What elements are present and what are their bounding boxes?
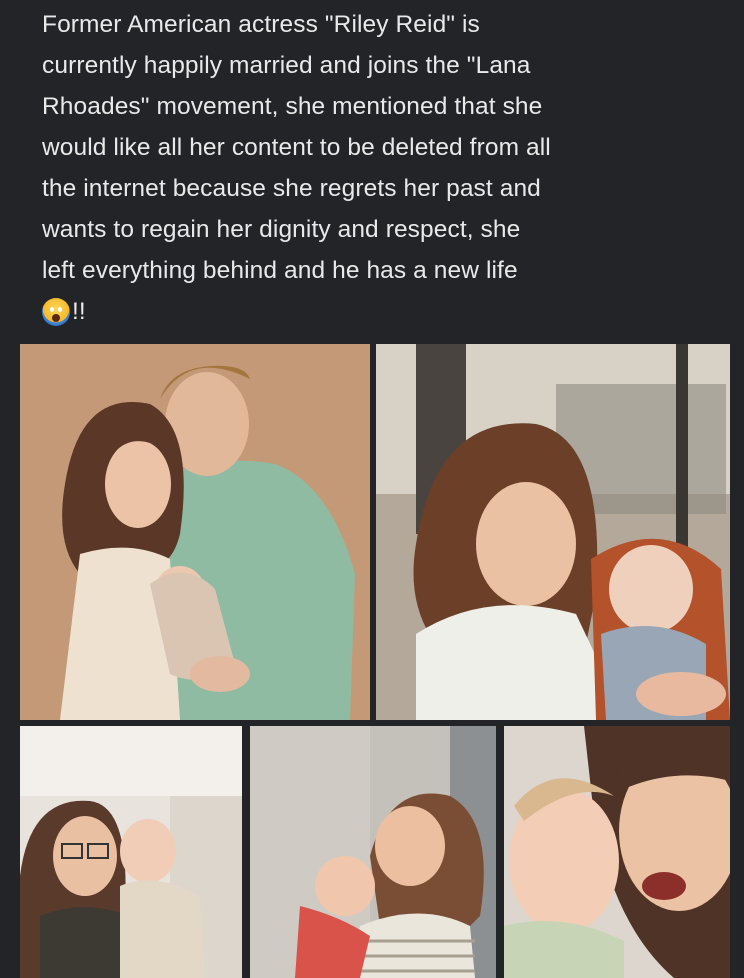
caption-line-4: would like all her content to be deleted… [42, 134, 551, 161]
photo-woman-glasses-with-baby[interactable] [20, 726, 242, 978]
photo-collage [0, 340, 744, 978]
photo-couple-with-newborn[interactable] [20, 344, 370, 720]
caption-exclamation: !! [72, 298, 86, 325]
caption-line-7: left everything behind and he has a new … [42, 257, 518, 284]
caption-line-2: currently happily married and joins the … [42, 52, 531, 79]
photo-selfie-with-baby[interactable] [504, 726, 730, 978]
face-screaming-in-fear-icon [42, 297, 70, 326]
post-caption: Former American actress "Riley Reid" is … [42, 4, 722, 332]
caption-line-3: Rhoades" movement, she mentioned that sh… [42, 93, 543, 120]
caption-line-1: Former American actress "Riley Reid" is [42, 11, 480, 38]
post-card: Former American actress "Riley Reid" is … [0, 0, 744, 978]
photo-woman-hugging-baby[interactable] [250, 726, 496, 978]
caption-line-6: wants to regain her dignity and respect,… [42, 216, 521, 243]
photo-woman-holding-baby-window[interactable] [376, 344, 730, 720]
caption-line-8: !! [42, 291, 722, 332]
caption-line-5: the internet because she regrets her pas… [42, 175, 541, 202]
